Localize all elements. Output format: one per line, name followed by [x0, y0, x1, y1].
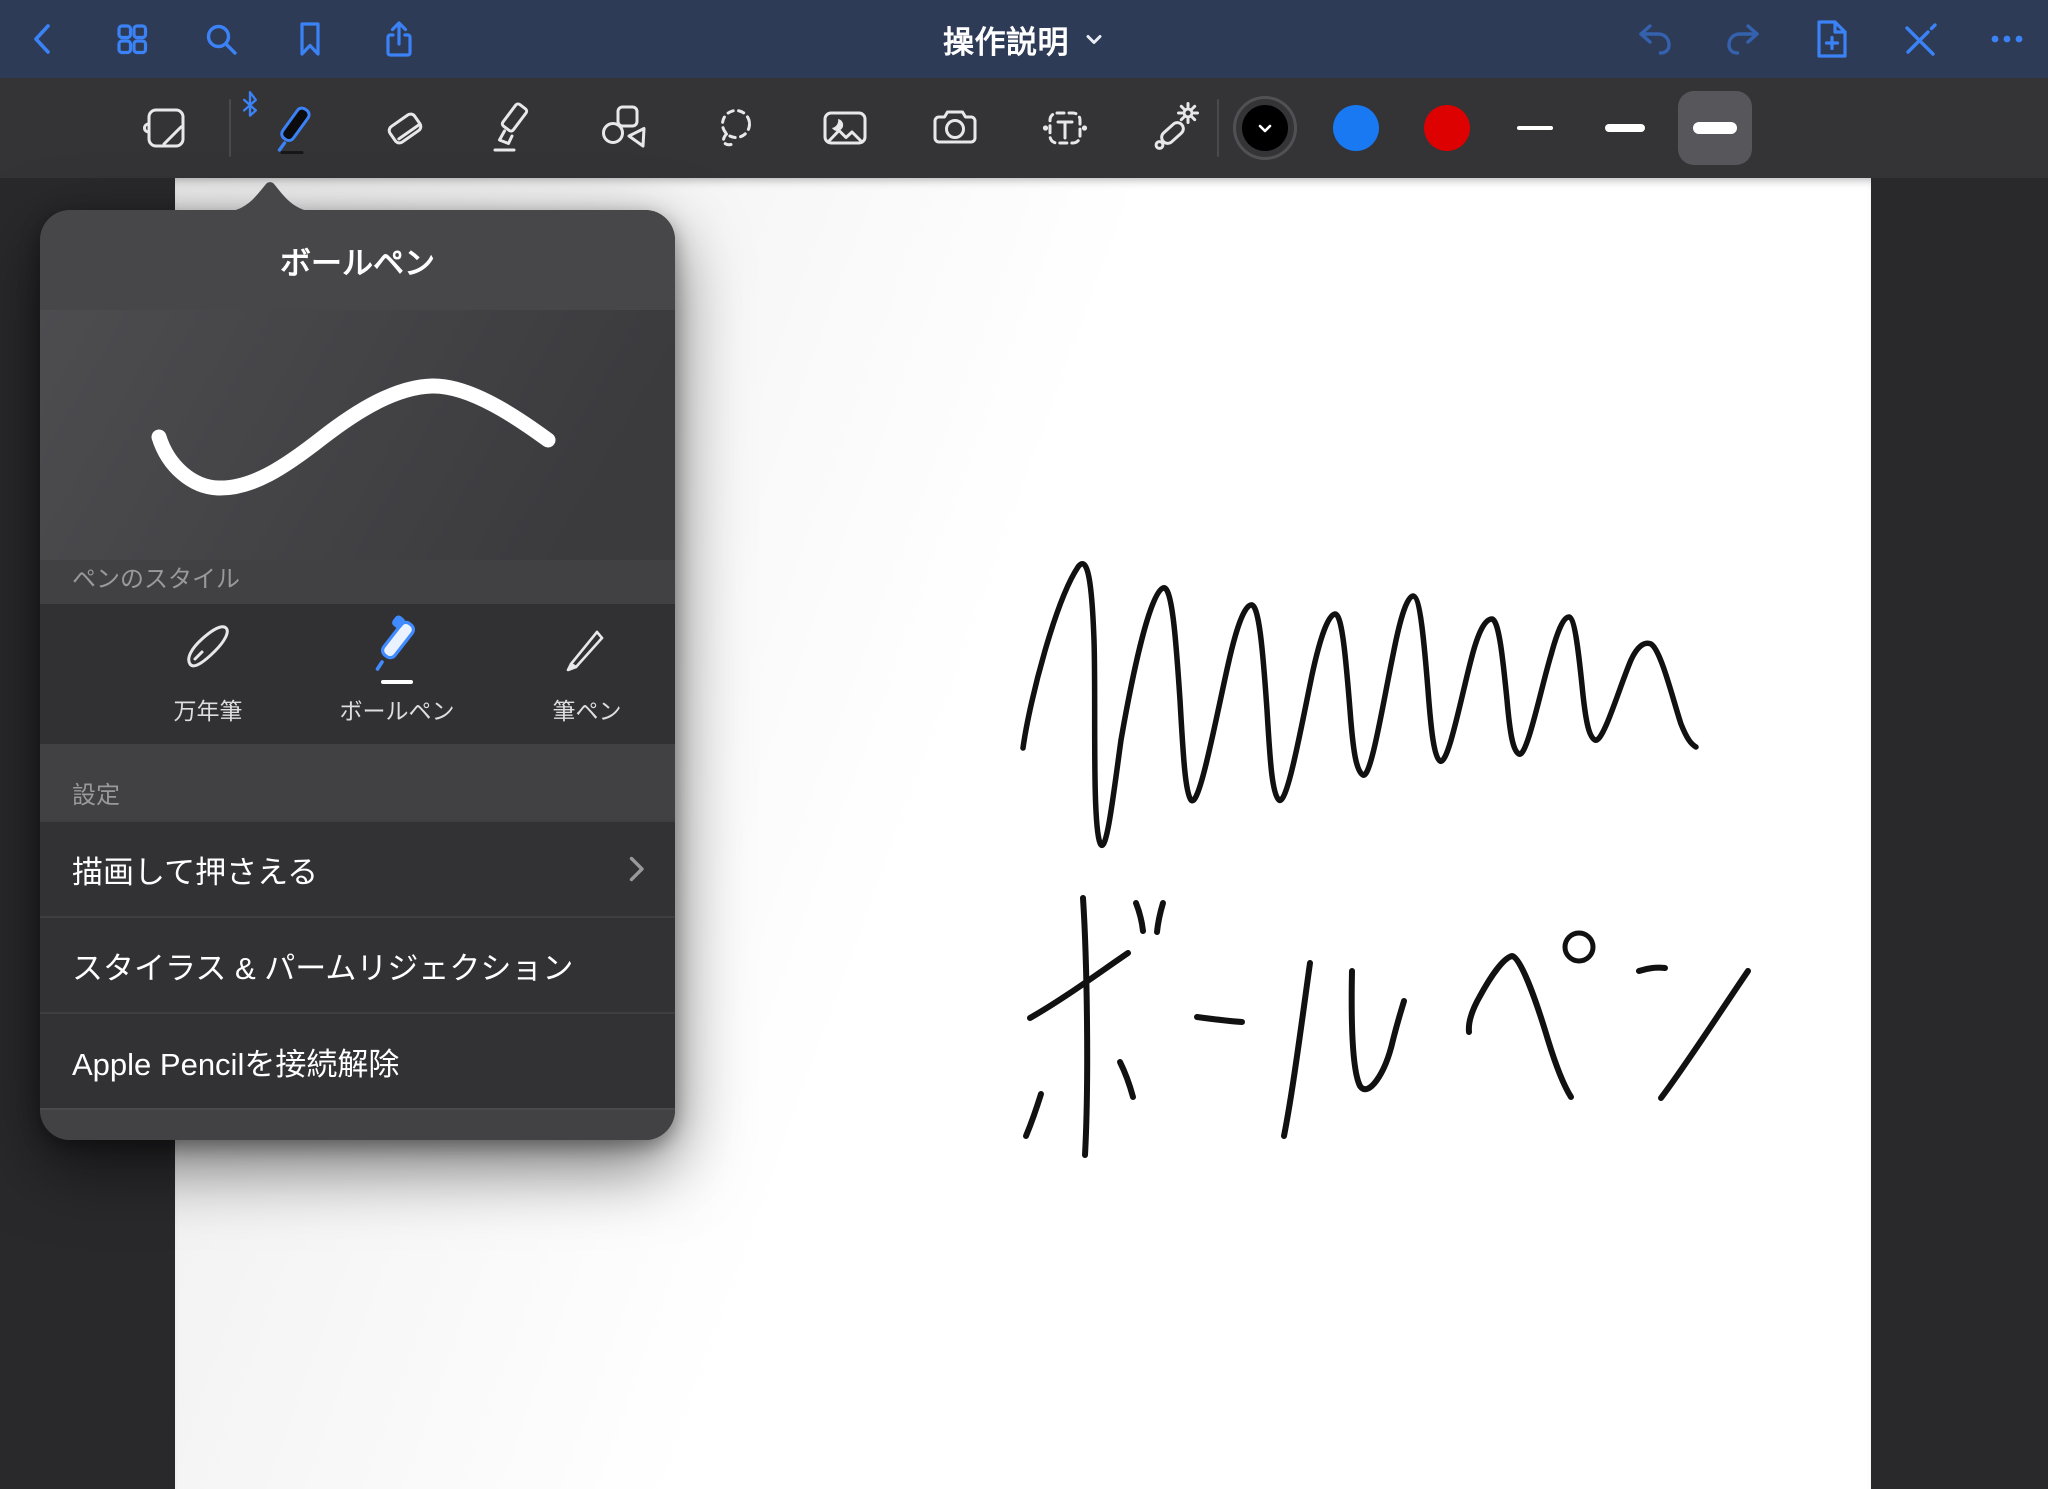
add-page-button[interactable]	[1810, 18, 1852, 60]
popup-footer	[40, 1108, 675, 1140]
thick-stroke-bar	[1693, 122, 1737, 134]
add-page-icon	[1810, 18, 1852, 60]
camera-tool-button[interactable]	[927, 100, 983, 156]
color-swatches	[1233, 78, 1479, 178]
tool-bar	[0, 78, 2048, 178]
red-color-dot	[1424, 105, 1470, 151]
swatch-chevron-down-icon	[1255, 118, 1275, 138]
stroke-medium-button[interactable]	[1588, 91, 1662, 165]
stylus-toggle-button[interactable]	[1898, 18, 1940, 60]
pen-style-fountain[interactable]: 万年筆	[133, 614, 283, 726]
stroke-thin-button[interactable]	[1498, 91, 1572, 165]
pen-style-label: 筆ペン	[553, 692, 622, 726]
navigation-bar: 操作説明	[0, 0, 2048, 78]
text-icon	[1037, 100, 1093, 156]
bluetooth-icon	[239, 90, 261, 118]
image-icon	[817, 100, 873, 156]
popup-title: ボールペン	[40, 210, 675, 310]
tools-group	[137, 78, 1203, 178]
undo-button[interactable]	[1634, 18, 1676, 60]
laser-pointer-icon	[1147, 100, 1203, 156]
stroke-thick-button[interactable]	[1678, 91, 1752, 165]
blue-color-dot	[1333, 105, 1379, 151]
ellipsis-icon	[1987, 19, 2027, 59]
more-button[interactable]	[1986, 18, 2028, 60]
medium-stroke-bar	[1605, 124, 1645, 132]
fountain-pen-icon	[176, 614, 240, 678]
laser-pointer-button[interactable]	[1147, 100, 1203, 156]
highlighter-icon	[487, 100, 543, 156]
setting-label: 描画して押さえる	[72, 847, 318, 892]
brush-pen-icon	[555, 614, 619, 678]
nav-right-group	[1634, 18, 2028, 60]
redo-icon	[1723, 19, 1763, 59]
shapes-tool-button[interactable]	[597, 100, 653, 156]
pen-style-label: 万年筆	[174, 692, 243, 726]
black-color-dot	[1242, 105, 1288, 151]
pen-style-underline	[381, 680, 413, 684]
pen-settings-popup: ボールペン ペンのスタイル 万年筆 ボールペン 筆ペン	[40, 210, 675, 1140]
setting-label: Apple Pencilを接続解除	[72, 1039, 399, 1084]
pen-style-underline	[571, 680, 603, 684]
highlighter-tool-button[interactable]	[487, 100, 543, 156]
stroke-width-options	[1498, 78, 1752, 178]
setting-disconnect-apple-pencil[interactable]: Apple Pencilを接続解除	[40, 1012, 675, 1108]
text-tool-button[interactable]	[1037, 100, 1093, 156]
eraser-icon	[377, 100, 433, 156]
pen-style-section-label: ペンのスタイル	[40, 560, 675, 604]
shapes-icon	[597, 100, 653, 156]
pen-style-underline	[192, 680, 224, 684]
toolbar-separator	[229, 99, 231, 157]
stroke-preview-wave	[40, 310, 675, 560]
pen-style-label: ボールペン	[340, 692, 455, 726]
notebook-mode-button[interactable]	[137, 100, 193, 156]
pen-style-brush[interactable]: 筆ペン	[512, 614, 662, 726]
setting-label: スタイラス & パームリジェクション	[72, 943, 573, 988]
ballpoint-pen-style-icon	[365, 614, 429, 678]
title-chevron-down-icon[interactable]	[1083, 28, 1105, 50]
pen-tool-button[interactable]	[267, 100, 323, 156]
ballpoint-pen-icon	[267, 100, 323, 156]
setting-draw-and-hold[interactable]: 描画して押さえる	[40, 820, 675, 916]
redo-button[interactable]	[1722, 18, 1764, 60]
image-tool-button[interactable]	[817, 100, 873, 156]
lasso-tool-button[interactable]	[707, 100, 763, 156]
settings-section-label: 設定	[40, 744, 675, 820]
popup-arrow	[222, 178, 318, 212]
color-swatch-red[interactable]	[1415, 96, 1479, 160]
notebook-icon	[137, 100, 193, 156]
undo-icon	[1635, 19, 1675, 59]
camera-icon	[927, 100, 983, 156]
stroke-preview	[40, 310, 675, 560]
pen-style-ballpoint[interactable]: ボールペン	[322, 614, 472, 726]
setting-stylus-palm-rejection[interactable]: スタイラス & パームリジェクション	[40, 916, 675, 1012]
chevron-right-icon	[629, 856, 645, 882]
pen-style-row: 万年筆 ボールペン 筆ペン	[40, 604, 675, 744]
app-screen: 操作説明	[0, 0, 2048, 1489]
color-swatch-black[interactable]	[1233, 96, 1297, 160]
color-swatch-blue[interactable]	[1324, 96, 1388, 160]
lasso-icon	[707, 100, 763, 156]
thin-stroke-bar	[1517, 126, 1553, 130]
document-title[interactable]: 操作説明	[943, 17, 1069, 62]
eraser-tool-button[interactable]	[377, 100, 433, 156]
stylus-slash-icon	[1899, 19, 1939, 59]
toolbar-separator	[1217, 99, 1219, 157]
